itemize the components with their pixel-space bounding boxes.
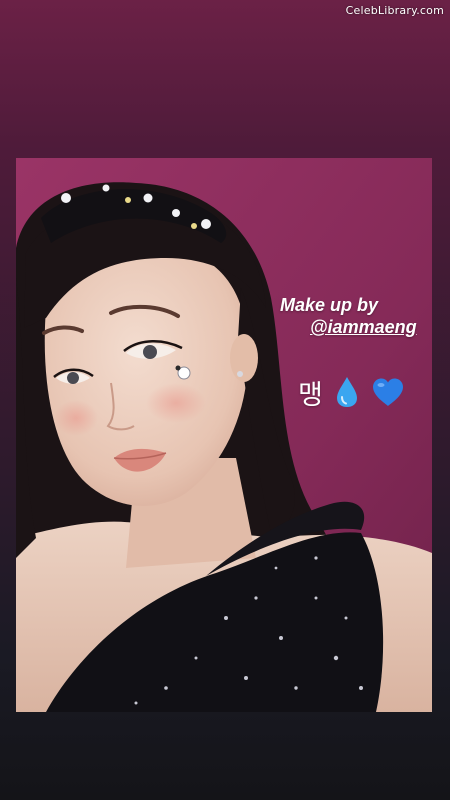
sticker-row: 맹	[298, 372, 405, 412]
watermark: CelebLibrary.com	[345, 4, 444, 17]
droplet-icon	[335, 376, 359, 408]
mention-link[interactable]: @iammaeng	[310, 317, 417, 337]
story-screen: CelebLibrary.com Make up by @iammaeng 맹	[0, 0, 450, 800]
caption-line: Make up by	[280, 295, 379, 315]
korean-text-sticker: 맹	[298, 379, 323, 411]
caption-mention-line: @iammaeng	[280, 316, 440, 338]
blue-heart-icon	[371, 377, 405, 407]
story-caption: Make up by @iammaeng	[280, 294, 440, 338]
story-photo	[16, 158, 432, 712]
selfie-image	[16, 158, 432, 712]
